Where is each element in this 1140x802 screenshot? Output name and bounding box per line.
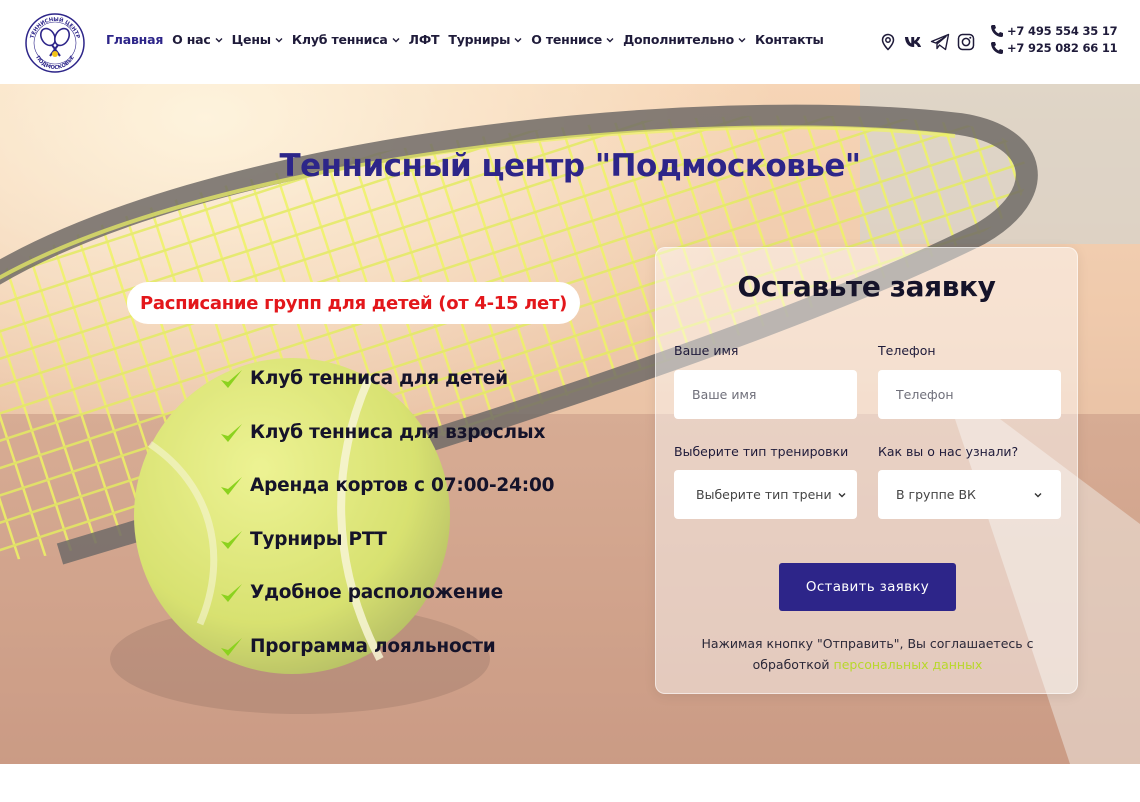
nav-label: ЛФТ [408,32,440,47]
chevron-down-icon [514,37,522,42]
name-input[interactable]: Ваше имя [674,370,857,419]
form-title: Оставьте заявку [737,270,996,303]
chevron-down-icon [275,37,283,42]
name-label: Ваше имя [674,343,739,358]
phone-input[interactable]: Телефон [878,370,1061,419]
feature-text: Клуб тенниса для детей [250,368,508,389]
chevron-down-icon [215,37,223,42]
feature-item: Аренда кортов с 07:00-24:00 [218,473,555,527]
checkmark-icon [221,530,242,549]
nav-label: Дополнительно [623,32,734,47]
phone-label: Телефон [878,343,936,358]
checkmark-icon [221,477,242,496]
nav-label: Турниры [448,32,511,47]
site-header: ТЕННИСНЫЙ ЦЕНТР ПОДМОСКОВЬЕ Главная О на… [0,0,1140,84]
source-value: В группе ВК [896,487,976,502]
hero-section: Теннисный центр "Подмосковье" Расписание… [0,84,1140,764]
nav-item-about[interactable]: О нас [172,32,223,47]
nav-item-club[interactable]: Клуб тенниса [292,32,400,47]
feature-text: Турниры РТТ [250,528,387,550]
nav-label: Цены [231,32,271,47]
vk-icon[interactable] [904,32,924,52]
chevron-down-icon [606,37,614,42]
nav-item-contacts[interactable]: Контакты [755,32,824,47]
training-type-value: Выберите тип трени [696,487,832,502]
nav-label: Клуб тенниса [291,32,388,47]
nav-item-extra[interactable]: Дополнительно [623,32,746,47]
phone-number: +7 925 082 66 11 [1007,41,1118,55]
source-select[interactable]: В группе ВК [878,470,1061,519]
crossed-rackets-icon: ТЕННИСНЫЙ ЦЕНТР ПОДМОСКОВЬЕ [25,13,85,73]
phone-placeholder: Телефон [896,387,954,402]
chevron-down-icon [838,492,846,497]
map-pin-icon[interactable] [878,32,898,52]
feature-text: Удобное расположение [250,582,504,604]
feature-text: Программа лояльности [250,635,496,657]
name-placeholder: Ваше имя [692,387,757,402]
chevron-down-icon [1034,492,1042,497]
phone-number: +7 495 554 35 17 [1007,24,1118,38]
checkmark-icon [221,370,242,388]
social-links [878,32,976,52]
telegram-icon[interactable] [930,32,950,52]
page-bottom [0,764,1140,802]
phone-list: +7 495 554 35 17 +7 925 082 66 11 [990,24,1118,55]
nav-label: О теннисе [531,32,603,47]
kids-schedule-link[interactable]: Расписание групп для детей (от 4-15 лет) [127,282,581,324]
feature-item: Клуб тенниса для детей [218,366,554,420]
feature-item: Турниры РТТ [218,527,554,581]
nav-item-home[interactable]: Главная [106,32,163,47]
main-nav: Главная О нас Цены Клуб тенниса ЛФТ Турн… [106,32,824,47]
consent-text: Нажимая кнопку "Отправить", Вы соглашает… [676,633,1059,675]
nav-item-prices[interactable]: Цены [232,32,283,47]
nav-item-about-tennis[interactable]: О теннисе [531,32,614,47]
feature-list: Клуб тенниса для детей Клуб тенниса для … [218,366,555,688]
checkmark-icon [221,584,242,603]
feature-item: Программа лояльности [218,634,554,688]
checkmark-icon [221,637,242,656]
submit-request-button[interactable]: Оставить заявку [779,563,956,611]
source-label: Как вы о нас узнали? [878,444,1019,459]
hero-title: Теннисный центр "Подмосковье" [279,148,861,184]
phone-icon [991,42,1003,54]
checkmark-icon [221,423,242,442]
privacy-policy-link[interactable]: персональных данных [834,657,983,672]
phone-link[interactable]: +7 925 082 66 11 [990,41,1118,55]
chevron-down-icon [392,37,400,42]
feature-text: Аренда кортов с 07:00-24:00 [250,475,555,497]
feature-item: Клуб тенниса для взрослых [218,420,554,474]
feature-text: Клуб тенниса для взрослых [250,421,546,443]
request-form: Оставьте заявку Ваше имя Ваше имя Телефо… [655,247,1078,694]
feature-item: Удобное расположение [218,580,554,634]
nav-label: О нас [172,32,211,47]
chevron-down-icon [738,37,746,42]
nav-item-tournaments[interactable]: Турниры [448,32,522,47]
nav-label: Главная [106,32,164,47]
phone-icon [991,25,1003,37]
nav-item-lft[interactable]: ЛФТ [409,32,440,47]
training-type-label: Выберите тип тренировки [674,444,849,459]
kids-schedule-label: Расписание групп для детей (от 4-15 лет) [140,292,568,314]
instagram-icon[interactable] [956,32,976,52]
submit-label: Оставить заявку [805,579,930,595]
nav-label: Контакты [755,32,824,47]
training-type-select[interactable]: Выберите тип трени [674,470,857,519]
phone-link[interactable]: +7 495 554 35 17 [990,24,1118,38]
site-logo[interactable]: ТЕННИСНЫЙ ЦЕНТР ПОДМОСКОВЬЕ [24,12,86,74]
